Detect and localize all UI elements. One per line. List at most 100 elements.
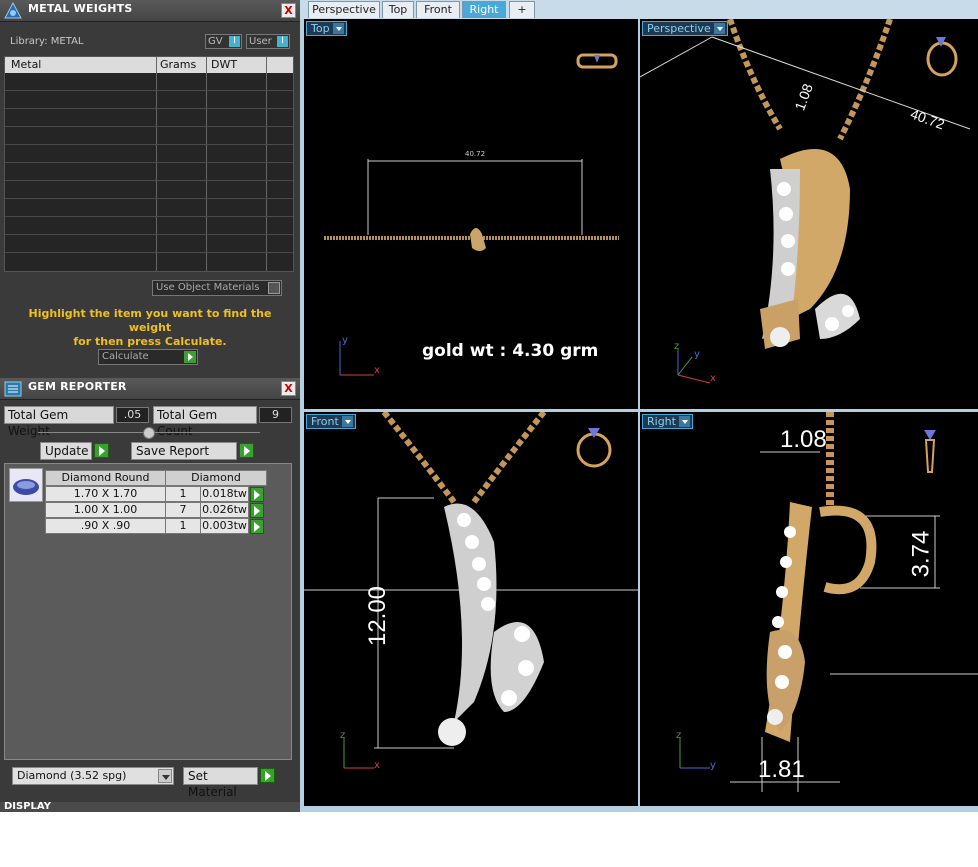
metal-weights-title: METAL WEIGHTS (28, 2, 133, 15)
gem-reporter-close-button[interactable]: X (281, 381, 296, 396)
gem-row-size[interactable]: 1.70 X 1.70 (45, 486, 166, 502)
set-material-arrow-icon (260, 768, 275, 783)
gem-row-size[interactable]: .90 X .90 (45, 518, 166, 534)
gem-reporter-title: GEM REPORTER (28, 380, 127, 393)
metal-table[interactable]: Metal Grams DWT (4, 56, 294, 272)
gem-reporter-header: GEM REPORTER X (0, 378, 300, 400)
total-gem-count-value: 9 (259, 407, 292, 423)
axis-z-label: z (676, 730, 682, 741)
update-button[interactable]: Update (40, 442, 109, 460)
gem-row-count: 7 (165, 502, 201, 518)
save-report-arrow-icon (239, 443, 254, 458)
gem-row-count: 1 (165, 518, 201, 534)
viewport-area: Perspective Top Front Right + 40.72 x y … (300, 0, 978, 812)
column-grams[interactable]: Grams (160, 58, 196, 71)
calculate-button[interactable]: Calculate (98, 349, 198, 365)
gem-row-weight: 0.018tw (200, 486, 249, 502)
hint-line-1: Highlight the item you want to find the … (28, 307, 272, 334)
view-tabs: Perspective Top Front Right + (300, 0, 978, 19)
gem-reporter-icon (4, 381, 22, 397)
gem-row-count: 1 (165, 486, 201, 502)
use-object-materials-label: Use Object Materials (156, 282, 260, 293)
gold-weight-annotation: gold wt : 4.30 grm (422, 341, 599, 361)
axis-x-label: x (710, 373, 716, 384)
ring-preview-icon (576, 432, 612, 468)
user-toggle[interactable]: User I (246, 34, 290, 49)
use-object-materials-toggle[interactable]: Use Object Materials (152, 280, 282, 296)
perspective-view-drawing (640, 19, 971, 384)
total-gem-weight-value: .05 (116, 407, 149, 423)
checkbox-icon (268, 282, 280, 294)
calculate-label: Calculate (102, 351, 149, 362)
front-view-drawing (304, 412, 638, 769)
axis-y-label: y (342, 335, 348, 346)
material-select-value: Diamond (3.52 spg) (17, 769, 127, 782)
viewport-perspective[interactable]: 40.72 1.08 x y z Perspective (640, 19, 978, 409)
viewport-front-label[interactable]: Front (306, 414, 356, 429)
viewport-front[interactable]: 12.00 x z Front (304, 412, 638, 806)
column-dwt[interactable]: DWT (211, 58, 237, 71)
user-label: User (249, 36, 272, 47)
axis-x-label: x (374, 760, 380, 771)
left-panel: METAL WEIGHTS X Library: METAL GV I User I… (0, 0, 300, 812)
column-metal[interactable]: Metal (11, 58, 41, 71)
metal-table-header: Metal Grams DWT (5, 57, 293, 73)
gem-thumbnail-icon[interactable] (9, 468, 43, 502)
axis-z-label: z (674, 341, 680, 352)
user-switch-icon: I (277, 36, 288, 47)
gem-material-header: Diamond (165, 470, 267, 486)
right-view-drawing (679, 412, 978, 792)
update-label: Update (45, 444, 89, 458)
library-label: Library: METAL (10, 36, 84, 47)
set-material-button[interactable]: Set Material (183, 767, 275, 799)
material-select[interactable]: Diamond (3.52 spg) (12, 767, 174, 785)
display-panel-title: DISPLAY (4, 801, 51, 812)
axis-y-label: y (710, 760, 716, 771)
gv-label: GV (208, 36, 223, 47)
gem-row-select-icon[interactable] (250, 519, 264, 534)
right-dimension-side: 3.74 (907, 530, 935, 578)
ring-preview-icon (924, 430, 936, 440)
gem-row-select-icon[interactable] (250, 487, 264, 502)
right-dimension-top: 1.08 (780, 426, 827, 453)
play-arrow-icon (184, 351, 196, 363)
viewport-right[interactable]: 1.08 3.74 1.81 y z Right (640, 412, 978, 806)
tab-top[interactable]: Top (382, 1, 414, 18)
axis-z-label: z (340, 730, 346, 741)
viewport-top-label[interactable]: Top (306, 21, 347, 36)
add-tab-icon[interactable]: + (509, 1, 535, 18)
viewport-right-label[interactable]: Right (642, 414, 693, 429)
metal-weights-close-button[interactable]: X (281, 3, 296, 18)
metal-weights-header: METAL WEIGHTS X (0, 0, 300, 22)
total-gem-weight-label: Total Gem Weight (4, 406, 114, 438)
axis-y-label: y (694, 349, 700, 360)
gem-shape-header: Diamond Round (45, 470, 166, 486)
gem-row-select-icon[interactable] (250, 503, 264, 518)
set-material-label: Set Material (188, 769, 237, 799)
gem-row-weight: 0.003tw (200, 518, 249, 534)
tab-perspective[interactable]: Perspective (308, 1, 380, 18)
gem-row-weight: 0.026tw (200, 502, 249, 518)
app-window: METAL WEIGHTS X Library: METAL GV I User I… (0, 0, 978, 867)
dropdown-arrow-icon (158, 769, 172, 783)
tab-right[interactable]: Right (462, 1, 506, 18)
update-arrow-icon (94, 443, 109, 458)
splitter-handle-icon[interactable] (143, 427, 155, 439)
tab-front[interactable]: Front (416, 1, 460, 18)
gv-switch-icon: I (229, 36, 240, 47)
viewport-top[interactable]: 40.72 x y gold wt : 4.30 grm Top (304, 19, 638, 409)
total-gem-count-label: Total Gem Count (153, 406, 257, 438)
display-panel-header[interactable]: DISPLAY (0, 801, 300, 812)
right-dimension-bottom: 1.81 (758, 756, 805, 783)
gem-row-size[interactable]: 1.00 X 1.00 (45, 502, 166, 518)
metal-weights-icon (4, 1, 22, 19)
save-report-button[interactable]: Save Report (131, 442, 254, 460)
viewport-perspective-label[interactable]: Perspective (642, 21, 728, 36)
front-dimension: 12.00 (364, 585, 392, 647)
gv-toggle[interactable]: GV I (205, 34, 242, 49)
save-report-label: Save Report (136, 444, 210, 458)
ring-preview-icon (926, 41, 958, 77)
calculate-hint: Highlight the item you want to find the … (10, 307, 290, 349)
hint-line-2: for then press Calculate. (73, 335, 227, 348)
gem-list: Diamond Round Diamond 1.70 X 1.70 1 0.01… (4, 463, 292, 760)
